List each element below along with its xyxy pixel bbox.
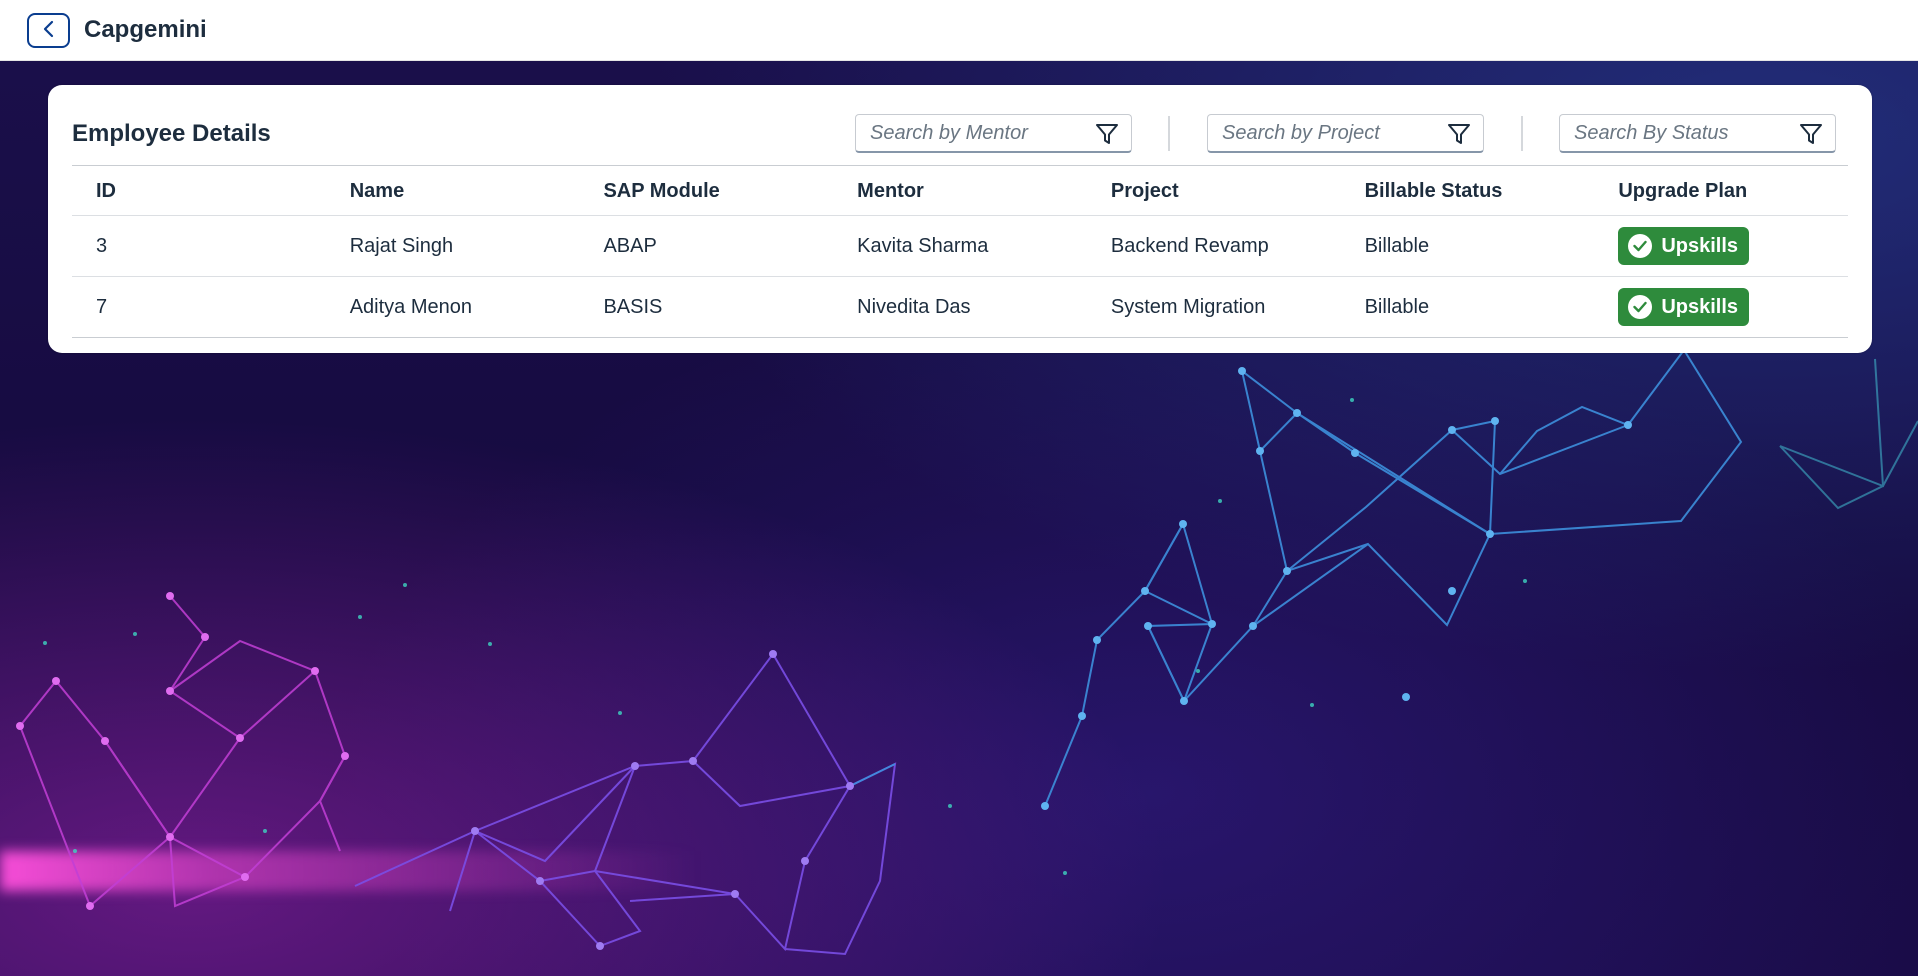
table-header-row: ID Name SAP Module Mentor Project Billab… [72,167,1848,216]
cell-mentor: Nivedita Das [857,295,971,318]
cell-project: Backend Revamp [1110,234,1269,257]
cell-sap-module: ABAP [603,234,657,257]
cell-sap-module: BASIS [603,295,663,318]
column-header-id[interactable]: ID [72,180,326,203]
card-title: Employee Details [72,120,271,147]
cell-billable-status: Billable [1364,295,1430,318]
upskills-badge: Upskills [1618,288,1750,326]
check-circle-icon [1628,234,1653,258]
cell-id: 7 [96,295,108,318]
badge-label: Upskills [1661,234,1739,257]
column-header-upgrade-plan[interactable]: Upgrade Plan [1594,180,1848,203]
filter-icon[interactable] [1799,122,1823,146]
cell-upgrade-plan: Upskills [1594,288,1848,326]
table-row[interactable]: 7 Aditya Menon BASIS Nivedita Das System… [72,277,1848,338]
cell-name: Rajat Singh [349,234,454,257]
filter-icon[interactable] [1447,122,1471,146]
column-header-billable-status[interactable]: Billable Status [1341,180,1595,203]
column-header-name[interactable]: Name [326,180,580,203]
cell-billable-status: Billable [1364,234,1430,257]
app-title: Capgemini [84,16,207,43]
status-search-input[interactable] [1574,121,1804,145]
back-button[interactable] [27,12,70,48]
chevron-left-icon [42,20,56,41]
employee-details-card: Employee Details ID Name SAP Module [48,85,1872,353]
cell-name: Aditya Menon [349,295,473,318]
card-toolbar: Employee Details [72,85,1848,166]
filter-icon[interactable] [1095,122,1119,146]
cell-upgrade-plan: Upskills [1594,227,1848,265]
toolbar-separator [1168,116,1170,151]
employee-table: ID Name SAP Module Mentor Project Billab… [72,167,1848,338]
toolbar-separator [1521,116,1523,151]
column-header-mentor[interactable]: Mentor [833,180,1087,203]
project-search-input[interactable] [1222,121,1452,145]
table-row[interactable]: 3 Rajat Singh ABAP Kavita Sharma Backend… [72,216,1848,277]
badge-label: Upskills [1661,295,1739,318]
check-circle-icon [1628,295,1653,319]
cell-mentor: Kavita Sharma [857,234,989,257]
project-search-field[interactable] [1207,114,1484,153]
cell-project: System Migration [1110,295,1266,318]
mentor-search-input[interactable] [870,121,1100,145]
cell-id: 3 [96,234,108,257]
upskills-badge: Upskills [1618,227,1750,265]
mentor-search-field[interactable] [855,114,1132,153]
column-header-sap-module[interactable]: SAP Module [579,180,833,203]
column-header-project[interactable]: Project [1087,180,1341,203]
shell-header: Capgemini [0,0,1918,61]
status-search-field[interactable] [1559,114,1836,153]
